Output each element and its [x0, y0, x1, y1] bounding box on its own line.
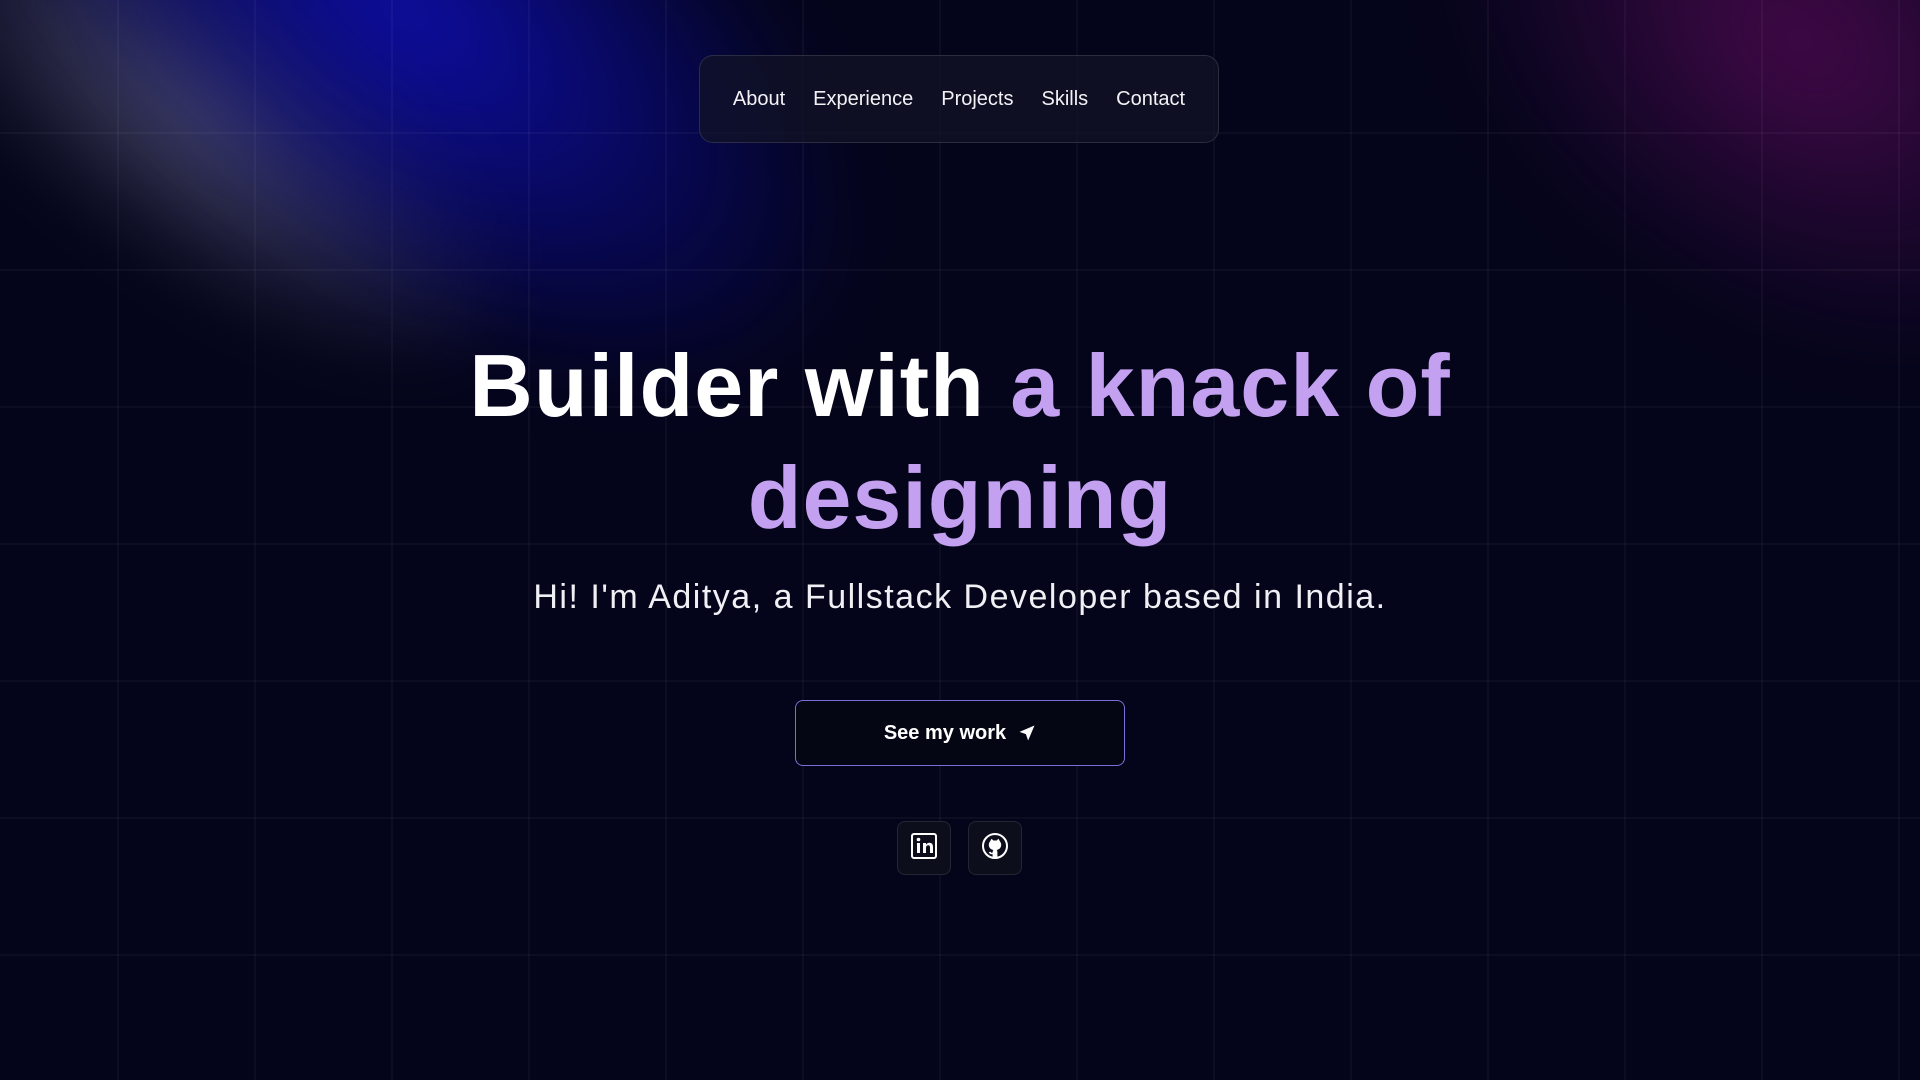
nav-link-skills[interactable]: Skills	[1041, 88, 1088, 111]
linkedin-button[interactable]	[897, 821, 951, 875]
linkedin-icon	[910, 832, 938, 865]
hero-headline: Builder with a knack of designing	[360, 330, 1560, 554]
hero-subtitle: Hi! I'm Aditya, a Fullstack Developer ba…	[533, 578, 1387, 616]
nav-link-about[interactable]: About	[733, 88, 785, 111]
see-my-work-button[interactable]: See my work	[795, 700, 1125, 766]
send-arrow-icon	[1018, 724, 1036, 742]
top-navbar: About Experience Projects Skills Contact	[699, 55, 1219, 143]
headline-plain-text: Builder with	[469, 336, 1011, 435]
page: About Experience Projects Skills Contact…	[0, 0, 1920, 1080]
nav-link-projects[interactable]: Projects	[941, 88, 1013, 111]
github-button[interactable]	[968, 821, 1022, 875]
github-icon	[981, 832, 1009, 865]
nav-link-contact[interactable]: Contact	[1116, 88, 1185, 111]
see-my-work-label: See my work	[883, 721, 1007, 744]
nav-link-experience[interactable]: Experience	[813, 88, 913, 111]
